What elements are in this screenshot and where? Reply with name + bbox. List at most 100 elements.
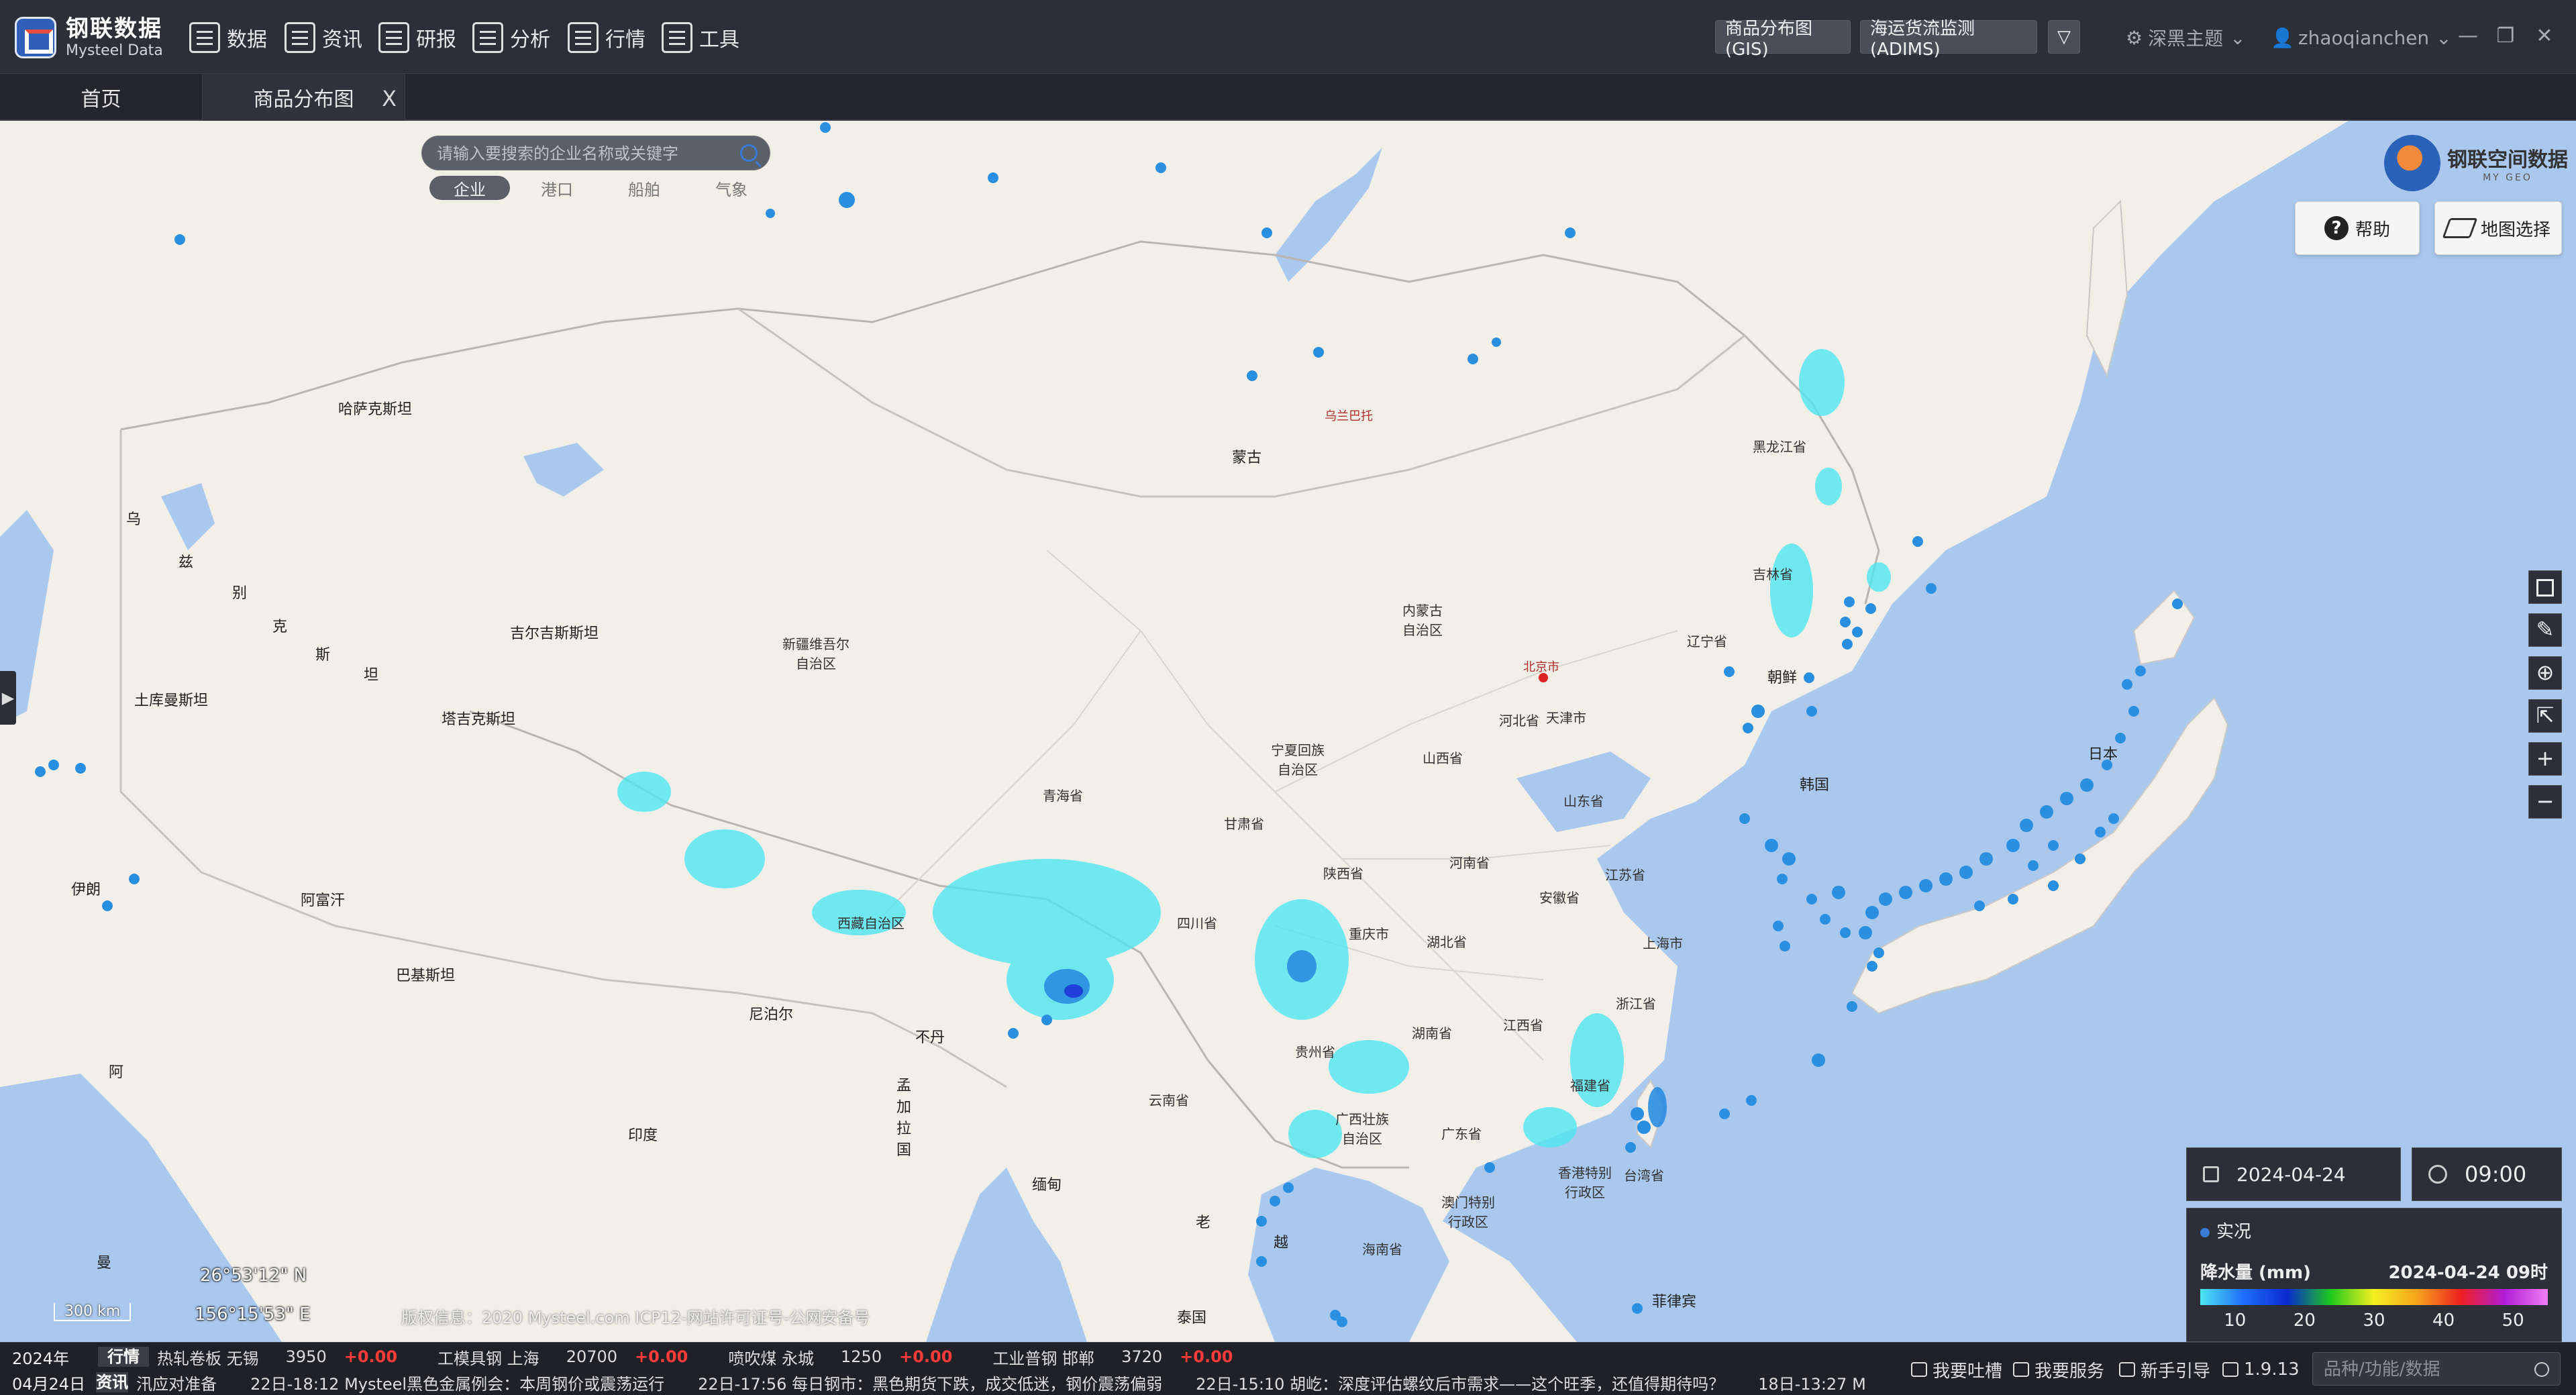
label-guizhou: 贵州省	[1295, 1044, 1335, 1060]
news-item[interactable]: 汛应对准备	[136, 1371, 217, 1394]
theme-selector[interactable]: ⚙ 深黑主题 ⌄	[2126, 24, 2246, 51]
nav-tools[interactable]: 工具	[662, 19, 739, 56]
tab-commodity-map[interactable]: 商品分布图 X	[203, 74, 405, 121]
label-thailand: 泰国	[1177, 1310, 1207, 1327]
ticker-item[interactable]: 工业普钢 邯郸 3720 +0.00	[992, 1345, 1233, 1369]
expand-panel-handle[interactable]: ▶	[0, 671, 16, 725]
guide-icon	[2119, 1362, 2135, 1377]
category-enterprise[interactable]: 企业	[429, 176, 510, 200]
copyright: 版权信息：2020 Mysteel.com ICP12-网站许可证号-公网安备号	[401, 1308, 870, 1327]
ticker-year: 2024年	[12, 1349, 70, 1368]
version-label[interactable]: 1.9.13	[2222, 1356, 2300, 1383]
news-item[interactable]: 22日-17:56 每日钢市：黑色期货下跌，成交低迷，钢价震荡偏弱	[698, 1371, 1162, 1394]
ticker-tag-news[interactable]: 资讯	[96, 1372, 129, 1392]
map-canvas[interactable]: 哈萨克斯坦 蒙古 乌兰巴托 黑龙江省 吉林省 辽宁省 内蒙古 自治区 新疆维吾尔…	[0, 121, 2576, 1342]
label-myanmar: 缅甸	[1032, 1177, 1062, 1194]
maximize-icon[interactable]: ❐	[2492, 23, 2519, 50]
ticker-item[interactable]: 热轧卷板 无锡 3950 +0.00	[157, 1345, 397, 1369]
ticker-item[interactable]: 喷吹煤 永城 1250 +0.00	[728, 1345, 952, 1369]
minimize-icon[interactable]: —	[2455, 23, 2481, 50]
zoom-out-icon[interactable]: −	[2528, 785, 2562, 819]
label-si: 斯	[315, 647, 331, 664]
gis-button[interactable]: 商品分布图(GIS)	[1715, 19, 1851, 60]
user-icon: 👤	[2271, 26, 2294, 49]
chevron-right-icon: ▶	[1, 688, 15, 707]
adims-button[interactable]: 海运货流监测(ADIMS)	[1860, 19, 2037, 60]
rectangle-select-icon[interactable]	[2528, 570, 2562, 604]
feedback-button[interactable]: 我要吐槽	[1911, 1356, 2002, 1383]
label-fujian: 福建省	[1570, 1078, 1610, 1094]
clock-icon	[2428, 1165, 2447, 1184]
label-afghanistan: 阿富汗	[301, 892, 346, 909]
category-ship[interactable]: 船舶	[604, 176, 684, 200]
date-picker[interactable]: 2024-04-24	[2186, 1147, 2401, 1201]
time-picker[interactable]: 09:00	[2412, 1147, 2562, 1201]
guide-button[interactable]: 新手引导	[2119, 1356, 2210, 1383]
news-icon	[285, 22, 315, 53]
bar-chart-icon	[189, 22, 220, 53]
label-a: 阿	[109, 1064, 124, 1081]
label-jiangsu: 江苏省	[1605, 867, 1645, 883]
locate-icon[interactable]: ⊕	[2528, 656, 2562, 690]
label-south-korea: 韩国	[1800, 777, 1830, 794]
news-item[interactable]: 18日-13:27 M	[1758, 1371, 1866, 1394]
label-ke: 克	[272, 619, 288, 635]
label-hebei: 河北省	[1499, 713, 1539, 729]
search-icon[interactable]	[740, 144, 758, 162]
legend-tick: 40	[2432, 1310, 2455, 1331]
global-search-input[interactable]	[2324, 1358, 2525, 1381]
legend-tick: 50	[2502, 1310, 2524, 1331]
news-item[interactable]: 22日-18:12 Mysteel黑色金属例会：本周钢价或震荡运行	[250, 1371, 664, 1394]
label-ningxia: 宁夏回族 自治区	[1271, 742, 1325, 778]
service-button[interactable]: 我要服务	[2013, 1356, 2104, 1383]
label-xinjiang: 新疆维吾尔 自治区	[782, 636, 849, 672]
label-sichuan: 四川省	[1177, 915, 1217, 931]
top-bar: 钢联数据 Mysteel Data 数据 资讯 研报 分析 行情 工具 商品分布…	[0, 0, 2576, 74]
ticker-tag-market[interactable]: 行情	[98, 1347, 149, 1367]
more-dropdown-button[interactable]: ▽	[2048, 20, 2080, 54]
label-man: 曼	[97, 1255, 112, 1272]
export-icon[interactable]: ⇱	[2528, 699, 2562, 733]
category-port[interactable]: 港口	[517, 176, 597, 200]
brand-sub: MY GEO	[2483, 172, 2532, 183]
draw-tool-icon[interactable]: ✎	[2528, 613, 2562, 647]
legend-timestamp: 2024-04-24 09时	[2388, 1263, 2548, 1283]
label-north-korea: 朝鲜	[1767, 670, 1798, 686]
label-hunan: 湖南省	[1412, 1025, 1452, 1041]
nav-reports[interactable]: 研报	[378, 19, 456, 56]
label-iran: 伊朗	[71, 882, 101, 898]
label-nepal: 尼泊尔	[749, 1006, 794, 1023]
label-jiangxi: 江西省	[1503, 1017, 1543, 1033]
news-item[interactable]: 22日-15:10 胡屹：深度评估螺纹后市需求——这个旺季，还值得期待吗？	[1196, 1371, 1724, 1394]
label-philippines: 菲律宾	[1652, 1294, 1697, 1310]
label-hongkong: 香港特别 行政区	[1558, 1165, 1612, 1200]
cursor-longitude: 156°15'53" E	[195, 1304, 311, 1325]
label-bangladesh: 孟加拉国	[896, 1078, 912, 1159]
close-tab-icon[interactable]: X	[382, 86, 397, 111]
search-icon[interactable]	[2534, 1362, 2549, 1377]
nav-data[interactable]: 数据	[189, 19, 267, 56]
nav-news[interactable]: 资讯	[285, 19, 362, 56]
logo-cn: 钢联数据	[66, 15, 162, 42]
app-logo[interactable]: 钢联数据 Mysteel Data	[15, 9, 163, 66]
nav-analysis[interactable]: 分析	[472, 19, 550, 56]
nav-market[interactable]: 行情	[568, 19, 646, 56]
help-button[interactable]: ? 帮助	[2295, 201, 2420, 255]
mysteel-logo-icon	[15, 17, 56, 58]
user-menu[interactable]: 👤 zhaoqianchen ⌄	[2271, 24, 2452, 51]
label-heilongjiang: 黑龙江省	[1753, 439, 1806, 455]
category-weather[interactable]: 气象	[691, 176, 772, 200]
label-zi: 兹	[178, 554, 194, 571]
search-input[interactable]	[437, 142, 725, 166]
close-icon[interactable]: ✕	[2531, 23, 2558, 50]
tab-home[interactable]: 首页	[0, 74, 203, 121]
label-yunnan: 云南省	[1149, 1092, 1189, 1108]
chevron-down-icon: ⌄	[2436, 26, 2452, 49]
scale-bar: 300 km	[54, 1303, 132, 1321]
ticker-item[interactable]: 工模具钢 上海 20700 +0.00	[437, 1345, 688, 1369]
label-zhejiang: 浙江省	[1616, 996, 1656, 1012]
analysis-icon	[472, 22, 503, 53]
theme-icon: ⚙	[2126, 26, 2143, 49]
map-select-button[interactable]: 地图选择	[2434, 201, 2562, 255]
zoom-in-icon[interactable]: +	[2528, 742, 2562, 776]
